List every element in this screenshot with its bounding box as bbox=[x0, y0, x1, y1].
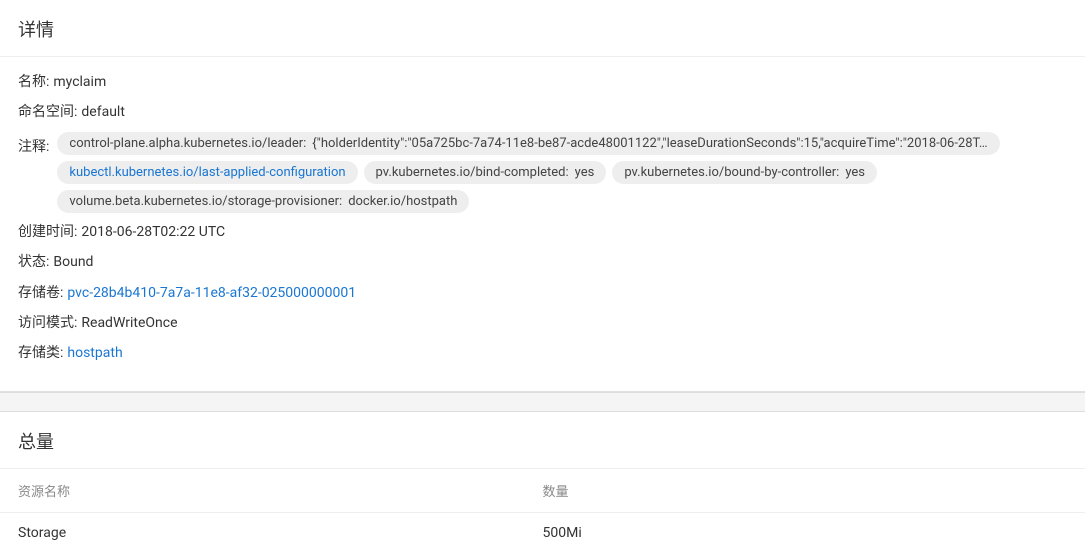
annotation-key: volume.beta.kubernetes.io/storage-provis… bbox=[69, 194, 342, 209]
annotations-row: 注释: control-plane.alpha.kubernetes.io/le… bbox=[18, 132, 1067, 213]
annotation-key: pv.kubernetes.io/bind-completed: bbox=[376, 165, 569, 180]
namespace-value: default bbox=[81, 101, 125, 123]
resource-name-cell: Storage bbox=[18, 525, 543, 541]
access-label: 访问模式: bbox=[18, 312, 77, 334]
details-body: 名称: myclaim 命名空间: default 注释: control-pl… bbox=[0, 57, 1085, 391]
status-label: 状态: bbox=[18, 251, 49, 273]
namespace-row: 命名空间: default bbox=[18, 101, 1067, 123]
access-value: ReadWriteOnce bbox=[81, 312, 177, 334]
resource-qty-cell: 500Mi bbox=[543, 525, 1068, 541]
volume-label: 存储卷: bbox=[18, 282, 63, 304]
name-label: 名称: bbox=[18, 71, 49, 93]
storageclass-row: 存储类: hostpath bbox=[18, 342, 1067, 364]
name-row: 名称: myclaim bbox=[18, 71, 1067, 93]
annotation-chip[interactable]: kubectl.kubernetes.io/last-applied-confi… bbox=[57, 161, 357, 184]
status-value: Bound bbox=[53, 251, 93, 273]
capacity-col-name: 资源名称 bbox=[18, 481, 543, 500]
created-value: 2018-06-28T02:22 UTC bbox=[81, 221, 225, 243]
annotation-key: control-plane.alpha.kubernetes.io/leader… bbox=[69, 136, 306, 151]
annotation-value: yes bbox=[845, 165, 865, 180]
storageclass-link[interactable]: hostpath bbox=[67, 342, 122, 364]
details-card: 详情 名称: myclaim 命名空间: default 注释: control… bbox=[0, 0, 1085, 392]
volume-link[interactable]: pvc-28b4b410-7a7a-11e8-af32-025000000001 bbox=[67, 282, 356, 304]
annotation-chip[interactable]: volume.beta.kubernetes.io/storage-provis… bbox=[57, 190, 469, 213]
name-value: myclaim bbox=[53, 71, 106, 93]
annotation-key: kubectl.kubernetes.io/last-applied-confi… bbox=[69, 165, 345, 180]
annotation-value: yes bbox=[575, 165, 595, 180]
status-row: 状态: Bound bbox=[18, 251, 1067, 273]
capacity-col-qty: 数量 bbox=[543, 481, 1068, 500]
namespace-label: 命名空间: bbox=[18, 101, 77, 123]
capacity-card: 总量 资源名称 数量 Storage500Mi bbox=[0, 412, 1085, 553]
annotations-label: 注释: bbox=[18, 132, 49, 156]
annotation-value: docker.io/hostpath bbox=[348, 194, 457, 209]
created-row: 创建时间: 2018-06-28T02:22 UTC bbox=[18, 221, 1067, 243]
capacity-title: 总量 bbox=[0, 412, 1085, 468]
created-label: 创建时间: bbox=[18, 221, 77, 243]
annotation-value: {"holderIdentity":"05a725bc-7a74-11e8-be… bbox=[312, 136, 987, 151]
storageclass-label: 存储类: bbox=[18, 342, 63, 364]
capacity-header-row: 资源名称 数量 bbox=[0, 468, 1085, 512]
annotation-key: pv.kubernetes.io/bound-by-controller: bbox=[624, 165, 839, 180]
table-row: Storage500Mi bbox=[0, 512, 1085, 553]
section-gap bbox=[0, 392, 1085, 412]
annotation-chip[interactable]: pv.kubernetes.io/bind-completed: yes bbox=[364, 161, 607, 184]
access-row: 访问模式: ReadWriteOnce bbox=[18, 312, 1067, 334]
volume-row: 存储卷: pvc-28b4b410-7a7a-11e8-af32-0250000… bbox=[18, 282, 1067, 304]
annotation-chip[interactable]: control-plane.alpha.kubernetes.io/leader… bbox=[57, 132, 999, 155]
annotation-chip[interactable]: pv.kubernetes.io/bound-by-controller: yes bbox=[612, 161, 877, 184]
details-title: 详情 bbox=[0, 0, 1085, 57]
annotations-chips: control-plane.alpha.kubernetes.io/leader… bbox=[57, 132, 1067, 213]
